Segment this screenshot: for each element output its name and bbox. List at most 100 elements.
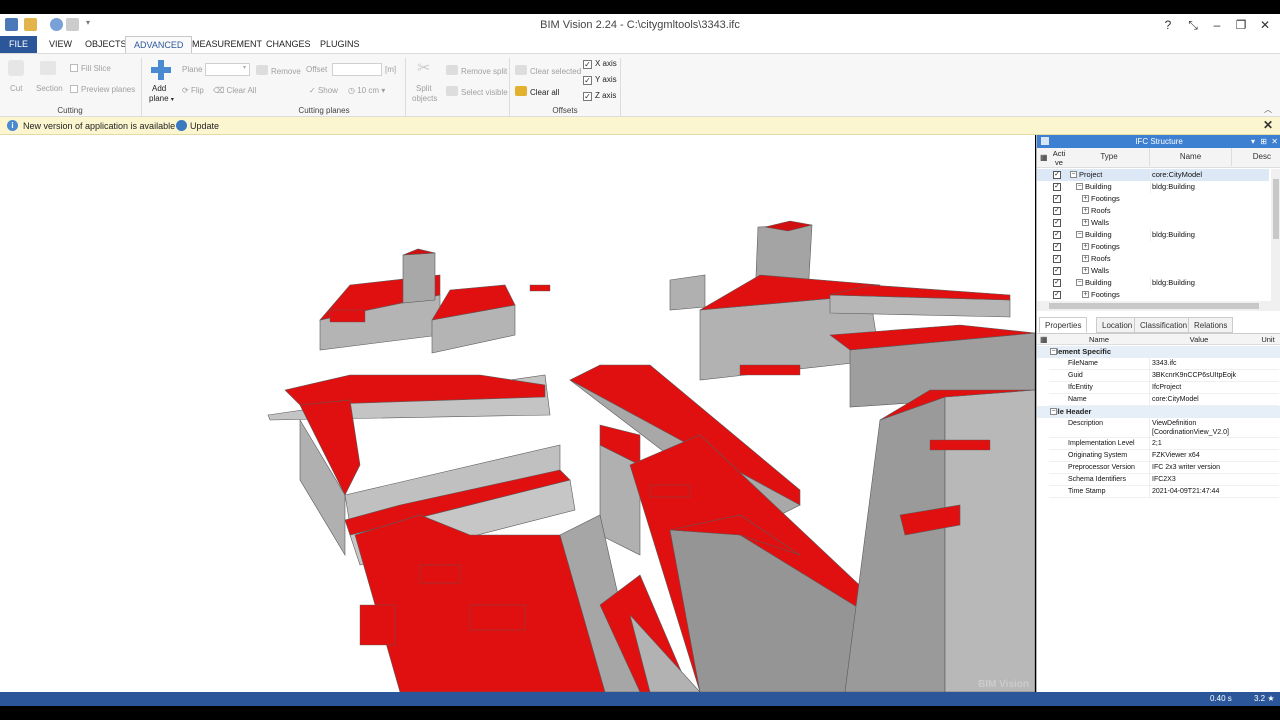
add-plane-button[interactable]: Add (152, 84, 166, 93)
col-desc[interactable]: Desc (1231, 148, 1271, 166)
x-axis-checkbox[interactable]: ✓ X axis (583, 59, 617, 69)
tree-row[interactable]: ✓ − Building bldg:Building (1037, 181, 1269, 193)
expand-icon[interactable]: + (1082, 195, 1089, 202)
active-checkbox[interactable]: ✓ (1053, 255, 1061, 263)
flip-button[interactable]: ⟳ Flip (182, 86, 204, 95)
select-visible-button[interactable]: Select visible (446, 86, 508, 97)
property-row[interactable]: Schema Identifiers IFC2X3 (1049, 474, 1279, 486)
col-name[interactable]: Name (1149, 148, 1231, 166)
active-checkbox[interactable]: ✓ (1053, 207, 1061, 215)
preview-planes-checkbox[interactable]: Preview planes (70, 85, 135, 94)
collapse-icon[interactable]: − (1076, 183, 1083, 190)
tab-location[interactable]: Location (1096, 317, 1139, 333)
plane-dropdown[interactable]: ▾ (205, 63, 250, 76)
close-notification-icon[interactable]: ✕ (1263, 118, 1273, 132)
property-row[interactable]: Implementation Level 2;1 (1049, 438, 1279, 450)
property-row[interactable]: Preprocessor Version IFC 2x3 writer versi… (1049, 462, 1279, 474)
tree-row[interactable]: ✓ + Walls (1037, 217, 1269, 229)
tab-relations[interactable]: Relations (1188, 317, 1234, 333)
3d-viewport[interactable]: BIM Vision (0, 135, 1035, 692)
tree-row[interactable]: ✓ − Building bldg:Building (1037, 229, 1269, 241)
close-panel-icon[interactable]: ✕ (1271, 135, 1278, 148)
expand-icon[interactable]: + (1082, 243, 1089, 250)
step-dropdown[interactable]: ◷ 10 cm ▾ (348, 86, 385, 95)
tree-options-icon[interactable]: ▦ (1040, 153, 1048, 162)
split-objects-button[interactable]: Split (416, 84, 432, 93)
collapse-icon[interactable]: − (1050, 408, 1057, 415)
clear-all-button[interactable]: Clear all (515, 86, 559, 97)
tab-changes[interactable]: CHANGES (258, 36, 319, 53)
tab-file[interactable]: FILE (0, 36, 37, 53)
clear-all-planes-button[interactable]: ⌫ Clear All (213, 86, 256, 95)
tab-properties[interactable]: Properties (1039, 317, 1088, 333)
close-button[interactable]: ✕ (1252, 14, 1278, 36)
tree-row[interactable]: ✓ + Footings (1037, 193, 1269, 205)
z-axis-checkbox[interactable]: ✓ Z axis (583, 91, 616, 101)
property-row[interactable]: Description ViewDefinition [CoordinationV… (1049, 418, 1279, 438)
property-row[interactable]: FileName 3343.ifc (1049, 358, 1279, 370)
scroll-thumb[interactable] (1273, 179, 1279, 239)
expand-icon[interactable]: + (1082, 291, 1089, 298)
pin-icon[interactable]: ⊞ (1260, 135, 1267, 148)
remove-split-button[interactable]: Remove split (446, 65, 507, 76)
ifc-vscrollbar[interactable] (1271, 169, 1280, 301)
property-row[interactable]: IfcEntity IfcProject (1049, 382, 1279, 394)
show-checkbox[interactable]: ✓ Show (309, 86, 338, 95)
tab-plugins[interactable]: PLUGINS (312, 36, 368, 53)
col-active[interactable]: Acti ve (1049, 149, 1069, 167)
panel-menu-icon[interactable]: ▾ (1251, 135, 1255, 148)
props-col-value[interactable]: Value (1149, 334, 1249, 345)
tree-row[interactable]: ✓ + Roofs (1037, 205, 1269, 217)
collapse-icon[interactable]: − (1050, 348, 1057, 355)
props-col-unit[interactable]: Unit (1255, 334, 1280, 345)
active-checkbox[interactable]: ✓ (1053, 219, 1061, 227)
active-checkbox[interactable]: ✓ (1053, 291, 1061, 299)
property-row[interactable]: Name core:CityModel (1049, 394, 1279, 406)
minimize-button[interactable]: – (1204, 14, 1230, 36)
props-options-icon[interactable]: ▦ (1040, 334, 1048, 345)
property-section-header[interactable]: Element Specific (1037, 346, 1280, 358)
active-checkbox[interactable]: ✓ (1053, 195, 1061, 203)
clear-selected-button[interactable]: Clear selected (515, 65, 581, 76)
active-checkbox[interactable]: ✓ (1053, 243, 1061, 251)
expand-icon[interactable]: + (1082, 207, 1089, 214)
property-row[interactable]: Guid 3BKcnrK9nCCP6sUItpEojk (1049, 370, 1279, 382)
active-checkbox[interactable]: ✓ (1053, 267, 1061, 275)
expand-icon[interactable]: + (1082, 219, 1089, 226)
help-button[interactable]: ? (1155, 14, 1181, 36)
expand-icon[interactable]: + (1082, 267, 1089, 274)
property-row[interactable]: Originating System FZKViewer x64 (1049, 450, 1279, 462)
active-checkbox[interactable]: ✓ (1053, 279, 1061, 287)
active-checkbox[interactable]: ✓ (1053, 231, 1061, 239)
hscroll-thumb[interactable] (1049, 303, 1259, 309)
props-col-name[interactable]: Name (1049, 334, 1149, 345)
y-axis-checkbox[interactable]: ✓ Y axis (583, 75, 617, 85)
add-plane-button-label2[interactable]: plane ▾ (149, 94, 174, 103)
active-checkbox[interactable]: ✓ (1053, 171, 1061, 179)
cut-button[interactable]: Cut (10, 84, 22, 93)
fill-slice-checkbox[interactable]: Fill Slice (70, 64, 111, 73)
collapse-icon[interactable]: − (1070, 171, 1077, 178)
active-checkbox[interactable]: ✓ (1053, 183, 1061, 191)
offset-input[interactable] (332, 63, 382, 76)
collapse-ribbon-icon[interactable]: ︿ (1264, 104, 1272, 115)
tab-classification[interactable]: Classification (1134, 317, 1194, 333)
remove-plane-button[interactable]: Remove (256, 65, 301, 76)
tab-view[interactable]: VIEW (41, 36, 80, 53)
property-section-header[interactable]: File Header (1037, 406, 1280, 418)
tree-row[interactable]: ✓ + Roofs (1037, 253, 1269, 265)
expand-icon[interactable]: + (1082, 255, 1089, 262)
property-row[interactable]: Time Stamp 2021-04-09T21:47:44 (1049, 486, 1279, 498)
tree-row[interactable]: ✓ + Footings (1037, 289, 1269, 301)
tab-advanced[interactable]: ADVANCED (125, 36, 193, 53)
ifc-hscrollbar[interactable] (1037, 301, 1280, 311)
update-link[interactable]: Update (190, 117, 219, 135)
collapse-icon[interactable]: − (1076, 279, 1083, 286)
tree-row[interactable]: ✓ − Project core:CityModel (1037, 169, 1269, 181)
tree-row[interactable]: ✓ + Footings (1037, 241, 1269, 253)
section-button[interactable]: Section (36, 84, 63, 93)
maximize-button[interactable]: ❐ (1228, 14, 1254, 36)
fullscreen-button[interactable]: ⤡ (1180, 14, 1206, 36)
tree-row[interactable]: ✓ − Building bldg:Building (1037, 277, 1269, 289)
collapse-icon[interactable]: − (1076, 231, 1083, 238)
